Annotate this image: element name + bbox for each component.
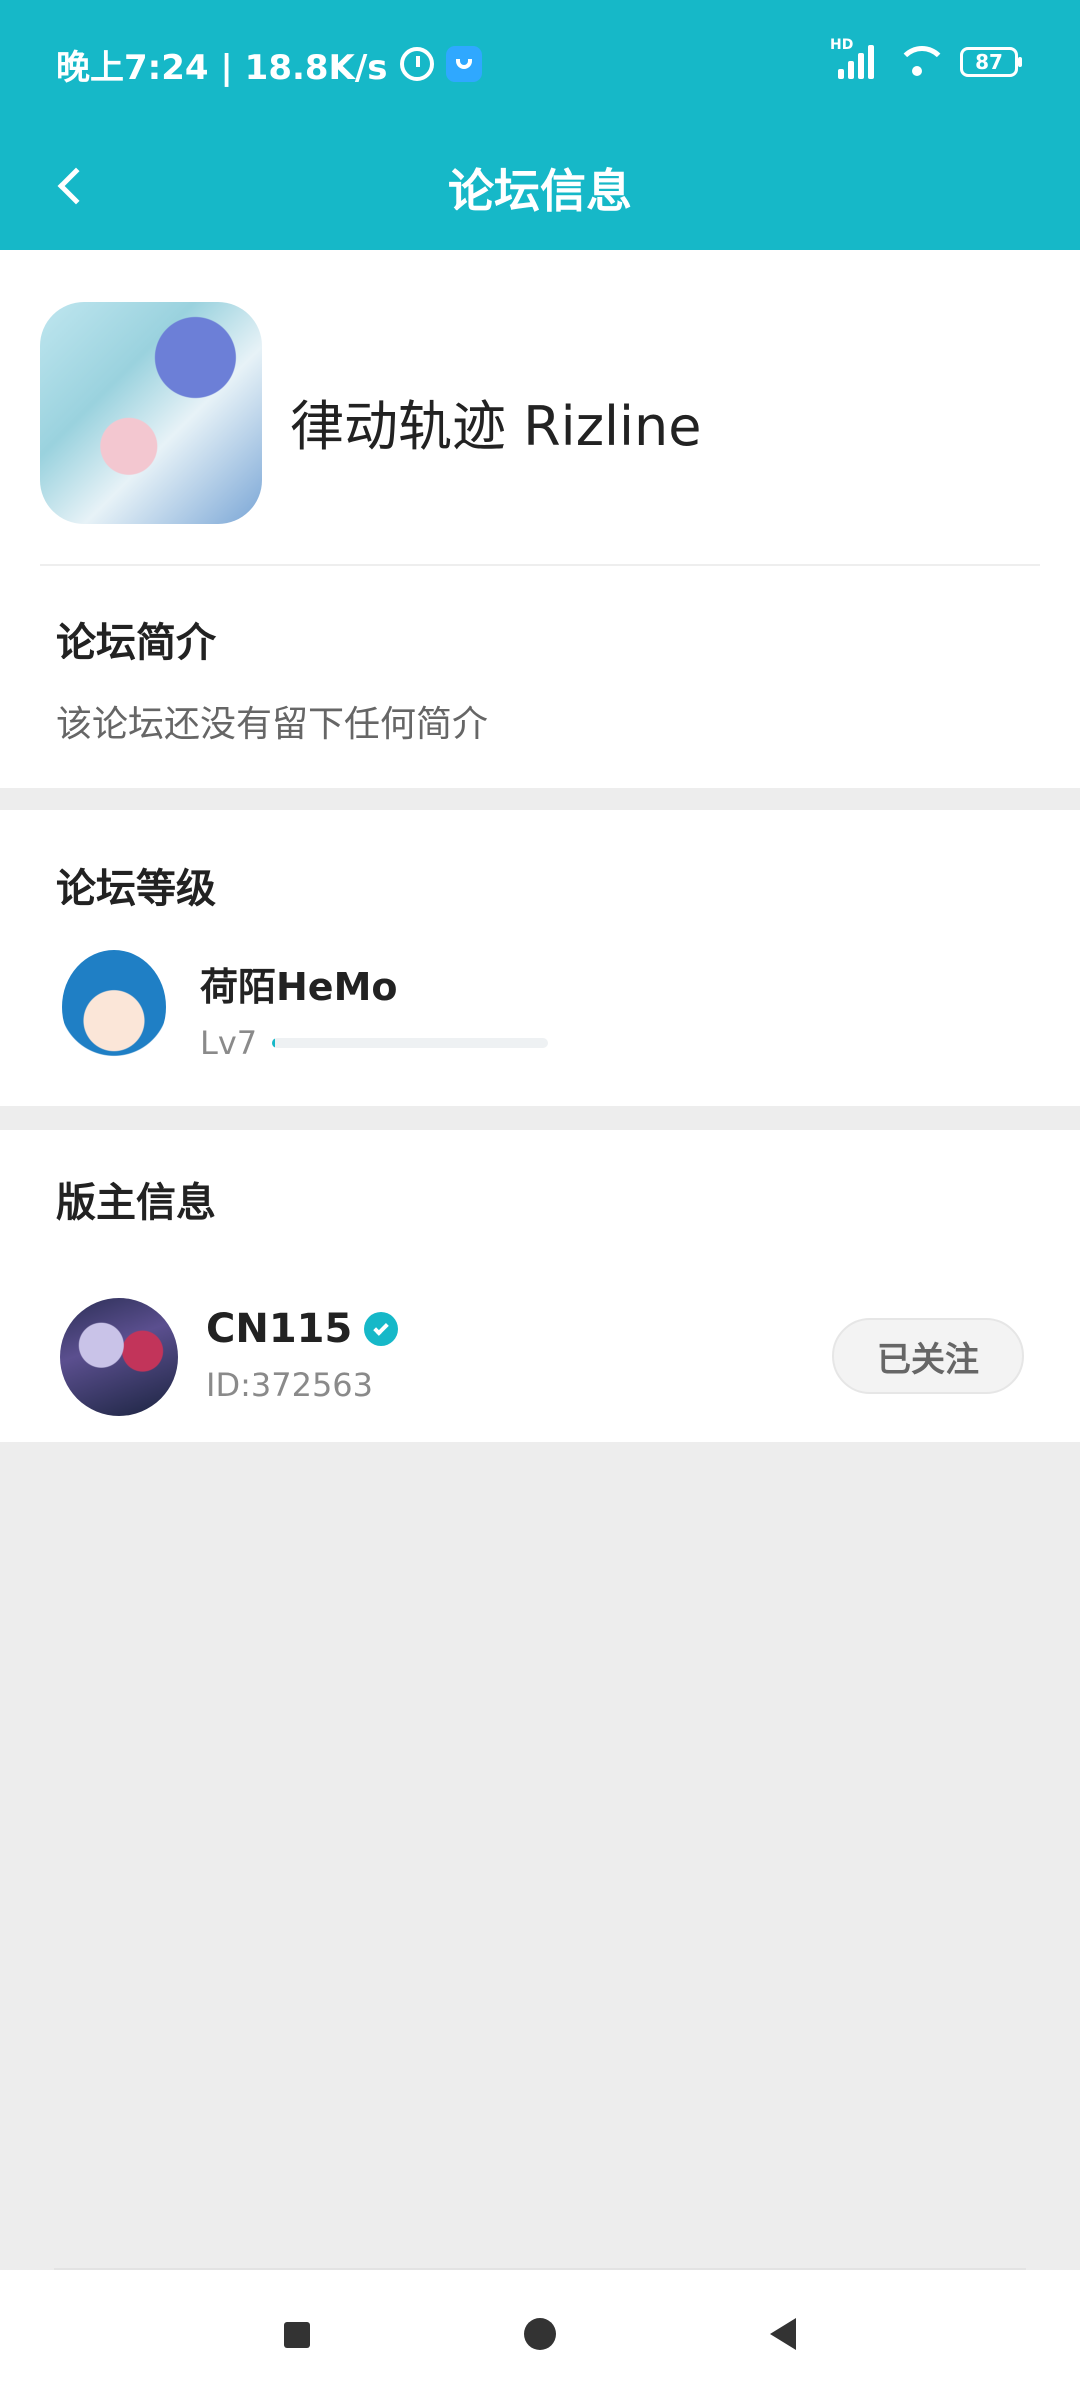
status-time: 晚上7:24 | 18.8K/s xyxy=(56,47,388,88)
nav-bar: 论坛信息 xyxy=(0,125,1080,250)
app-store-icon xyxy=(445,46,482,82)
status-bar: 晚上7:24 | 18.8K/s HD 87 xyxy=(0,0,1080,125)
intro-text: 该论坛还没有留下任何简介 xyxy=(56,704,489,745)
intro-section-title: 论坛简介 xyxy=(56,620,216,666)
level-label: Lv7 xyxy=(200,1024,258,1062)
moderator-avatar[interactable] xyxy=(60,1298,178,1416)
moderator-id: ID:372563 xyxy=(206,1366,374,1404)
level-user-name[interactable]: 荷陌HeMo xyxy=(200,956,398,1011)
forum-icon-image xyxy=(40,302,262,524)
recent-apps-icon[interactable] xyxy=(284,2322,310,2348)
moderator-name[interactable]: CN115 xyxy=(206,1306,352,1352)
moderator-card: 版主信息 CN115 ID:372563 已关注 xyxy=(0,1130,1080,1442)
status-right: HD 87 xyxy=(830,37,1022,86)
forum-name: 律动轨迹 Rizline xyxy=(290,395,702,458)
status-left: 晚上7:24 | 18.8K/s xyxy=(56,40,482,88)
level-progress-bar xyxy=(272,1038,548,1048)
moderator-section-title: 版主信息 xyxy=(56,1180,216,1226)
follow-button[interactable]: 已关注 xyxy=(832,1318,1024,1394)
system-back-icon[interactable] xyxy=(770,2318,796,2350)
forum-info-card: 律动轨迹 Rizline 论坛简介 该论坛还没有留下任何简介 xyxy=(0,250,1080,788)
top-app-bar: 晚上7:24 | 18.8K/s HD 87 论坛信息 xyxy=(0,0,1080,250)
level-progress-fill xyxy=(272,1038,275,1048)
battery-level: 87 xyxy=(975,50,1003,74)
battery-icon: 87 xyxy=(960,47,1022,77)
avatar[interactable] xyxy=(62,950,166,1064)
signal-icon: HD xyxy=(830,37,874,79)
alarm-icon xyxy=(399,47,434,81)
divider xyxy=(54,2268,1026,2270)
home-icon[interactable] xyxy=(524,2318,556,2350)
page-title: 论坛信息 xyxy=(448,164,632,218)
level-section-title: 论坛等级 xyxy=(56,866,216,912)
wifi-icon xyxy=(896,46,948,78)
verified-icon xyxy=(364,1312,399,1346)
divider xyxy=(40,564,1040,566)
moderator-name-row: CN115 xyxy=(206,1306,399,1352)
forum-level-card: 论坛等级 荷陌HeMo Lv7 xyxy=(0,810,1080,1106)
